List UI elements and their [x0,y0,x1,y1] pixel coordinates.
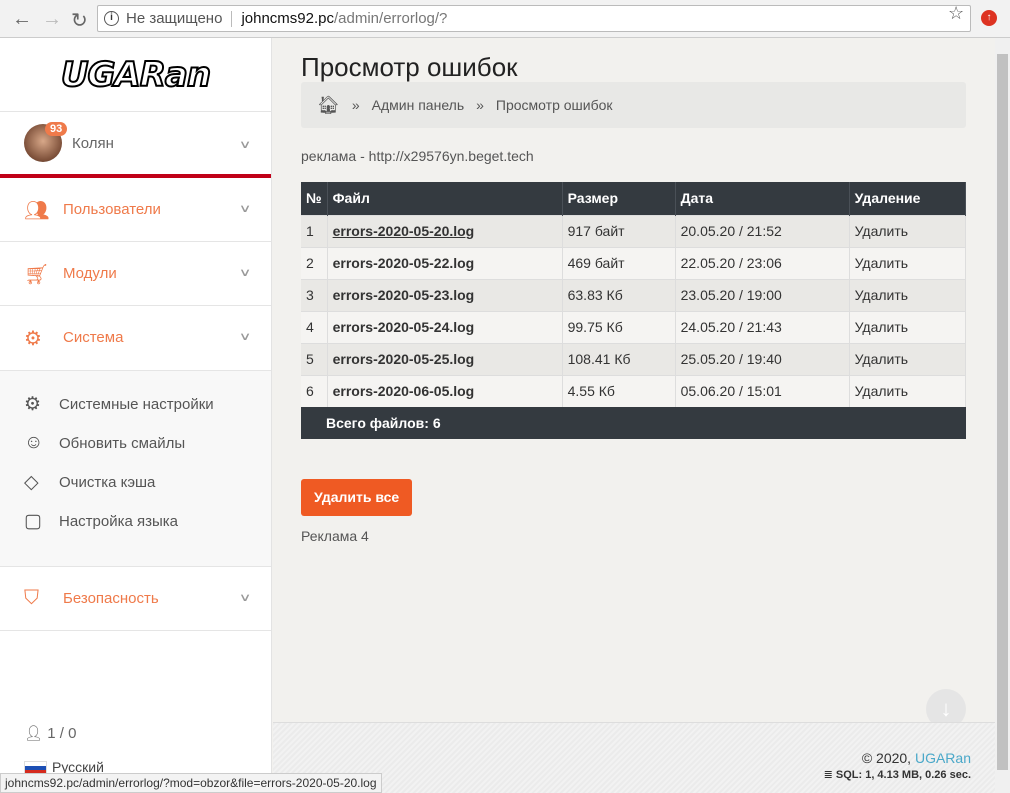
smile-icon: ☺ [24,432,44,453]
row-number: 6 [301,374,328,407]
file-date: 23.05.20 / 19:00 [675,278,850,311]
menu-item-security[interactable]: ⛉ Безопасность ∨ [0,567,271,631]
row-number: 3 [301,278,328,311]
database-icon: ≣ [823,769,833,781]
address-bar[interactable]: i Не защищено johncms92.pc/admin/errorlog… [97,5,971,32]
browser-toolbar: ← → ↻ i Не защищено johncms92.pc/admin/er… [0,0,1010,38]
row-number: 2 [301,246,328,279]
breadcrumb-current: Просмотр ошибок [495,97,613,113]
table-row: 4 errors-2020-05-24.log 99.75 Кб 24.05.20 /… [301,310,967,343]
chevron-down-icon: ∨ [238,592,252,604]
file-date: 05.06.20 / 15:01 [675,374,850,407]
file-size: 108.41 Кб [562,342,676,375]
gear-icon: ⚙ [24,328,42,350]
menu-item-users[interactable]: 👥︎ Пользователи ∨ [0,178,271,242]
shield-icon: ⛉ [24,587,39,609]
table-footer: Всего файлов: 6 [301,407,966,439]
table-row: 6 errors-2020-06-05.log 4.55 Кб 05.06.20 / … [301,374,967,407]
file-link[interactable]: errors-2020-05-20.log [333,223,475,239]
col-size: Размер [562,182,676,215]
delete-all-button[interactable]: Удалить все [301,479,413,516]
col-file: Файл [327,182,563,215]
forward-icon[interactable]: → [42,8,62,31]
row-number: 4 [301,310,328,343]
submenu-update-smiles[interactable]: ☺ Обновить смайлы [0,432,271,471]
info-icon[interactable]: i [104,11,119,26]
copyright: © 2020, UGARan [861,750,971,766]
file-size: 63.83 Кб [562,278,676,311]
user-icon: 👤︎ [24,725,44,742]
submenu-system-settings[interactable]: ⚙ Системные настройки [0,393,271,432]
error-log-table: № Файл Размер Дата Удаление 1 errors-2020… [301,182,967,407]
file-link[interactable]: errors-2020-05-22.log [333,255,475,271]
system-submenu: ⚙ Системные настройки ☺ Обновить смайлы ◇ О… [0,370,271,567]
chevron-down-icon: ∨ [238,139,252,151]
file-date: 24.05.20 / 21:43 [675,310,850,343]
row-number: 1 [301,214,328,247]
chat-icon: ▢ [24,511,42,532]
security-label: Не защищено [126,10,223,27]
delete-link[interactable]: Удалить [849,310,967,343]
bookmark-star-icon[interactable]: ☆ [948,3,964,24]
status-bar-url: johncms92.pc/admin/errorlog/?mod=obzor&f… [0,773,382,793]
chevron-down-icon: ∨ [238,331,252,343]
delete-link[interactable]: Удалить [849,214,967,247]
row-number: 5 [301,342,328,375]
table-row: 1 errors-2020-05-20.log 917 байт 20.05.20 /… [301,214,967,247]
file-link[interactable]: errors-2020-05-24.log [333,319,475,335]
users-icon: 👥︎ [24,200,50,222]
main-content: Просмотр ошибок 🏠︎» Админ панель» Просмо… [301,38,967,544]
gear-icon: ⚙ [24,394,42,415]
file-date: 25.05.20 / 19:40 [675,342,850,375]
delete-link[interactable]: Удалить [849,374,967,407]
notification-badge: 93 [45,122,68,136]
page-title: Просмотр ошибок [301,52,518,82]
scrollbar[interactable] [995,38,1010,793]
menu-item-modules[interactable]: 🛒︎ Модули ∨ [0,242,271,306]
submenu-clear-cache[interactable]: ◇ Очистка кэша [0,471,271,510]
sql-stats: ≣ SQL: 1, 4.13 MB, 0.26 sec. [823,769,971,781]
online-counter[interactable]: 👤︎ 1 / 0 [24,724,76,742]
breadcrumb: 🏠︎» Админ панель» Просмотр ошибок [301,82,966,128]
file-link[interactable]: errors-2020-06-05.log [333,383,475,399]
home-icon[interactable]: 🏠︎ [317,95,340,116]
chevron-down-icon: ∨ [238,267,252,279]
file-link[interactable]: errors-2020-05-25.log [333,351,475,367]
back-icon[interactable]: ← [12,8,32,31]
table-row: 5 errors-2020-05-25.log 108.41 Кб 25.05.20 … [301,342,967,375]
file-link[interactable]: errors-2020-05-23.log [333,287,475,303]
scrollbar-thumb[interactable] [997,54,1008,770]
delete-link[interactable]: Удалить [849,246,967,279]
ad-bottom: Реклама 4 [301,528,369,544]
cart-icon: 🛒︎ [24,264,50,286]
reload-icon[interactable]: ↻ [71,8,88,33]
extension-icon[interactable]: ↑ [981,10,997,26]
file-size: 917 байт [562,214,676,247]
delete-link[interactable]: Удалить [849,278,967,311]
col-number: № [301,182,328,215]
user-name: Колян [72,135,114,152]
file-size: 99.75 Кб [562,310,676,343]
logo[interactable]: UGARan [0,38,271,112]
col-date: Дата [675,182,850,215]
user-menu[interactable]: 93 Колян ∨ [0,112,271,178]
sidebar: UGARan 93 Колян ∨ 👥︎ Пользователи ∨ 🛒︎ Моду… [0,38,272,793]
footer-brand-link[interactable]: UGARan [915,750,971,766]
file-size: 4.55 Кб [562,374,676,407]
submenu-language[interactable]: ▢ Настройка языка [0,510,271,549]
col-delete: Удаление [849,182,967,215]
eraser-icon: ◇ [24,472,39,493]
breadcrumb-admin[interactable]: Админ панель [372,97,464,113]
menu-item-system[interactable]: ⚙ Система ∨ [0,306,271,370]
delete-link[interactable]: Удалить [849,342,967,375]
ad-text[interactable]: реклама - http://x29576yn.beget.tech [301,148,966,164]
table-row: 3 errors-2020-05-23.log 63.83 Кб 23.05.20 /… [301,278,967,311]
url-path: /admin/errorlog/? [334,10,448,27]
file-date: 20.05.20 / 21:52 [675,214,850,247]
chevron-down-icon: ∨ [238,203,252,215]
file-date: 22.05.20 / 23:06 [675,246,850,279]
file-size: 469 байт [562,246,676,279]
url-host: johncms92.pc [241,10,334,27]
table-row: 2 errors-2020-05-22.log 469 байт 22.05.20 /… [301,246,967,279]
